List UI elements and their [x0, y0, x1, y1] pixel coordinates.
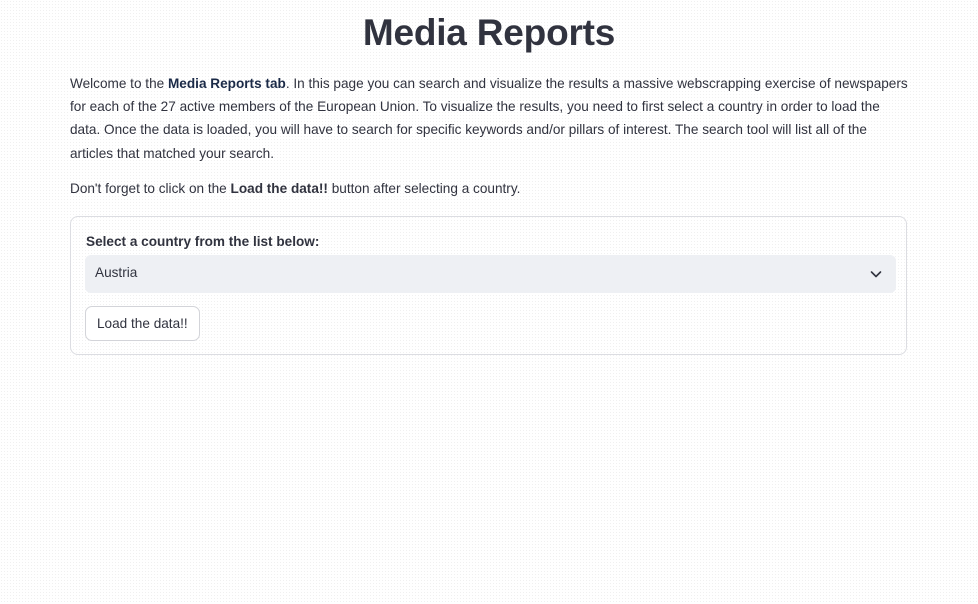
country-form: Select a country from the list below: Au… — [70, 216, 907, 355]
reminder-text-start: Don't forget to click on the — [70, 181, 231, 196]
intro-brand-text: Media Reports tab — [167, 76, 286, 91]
intro-text-start: Welcome to the — [70, 76, 168, 91]
reminder-bold-text: Load the data!! — [230, 181, 328, 196]
country-select-value: Austria — [95, 265, 138, 280]
country-select-label: Select a country from the list below: — [86, 234, 320, 249]
intro-paragraph: Welcome to the Media Reports tab. In thi… — [70, 72, 912, 165]
page-title: Media Reports — [362, 12, 616, 53]
reminder-text-end: button after selecting a country. — [327, 181, 521, 196]
reminder-paragraph: Don't forget to click on the Load the da… — [70, 178, 912, 200]
country-select[interactable]: Austria — [85, 255, 896, 293]
load-data-button[interactable]: Load the data!! — [85, 306, 200, 341]
page: Media Reports Welcome to the Media Repor… — [0, 0, 978, 604]
chevron-down-icon[interactable] — [868, 266, 884, 282]
